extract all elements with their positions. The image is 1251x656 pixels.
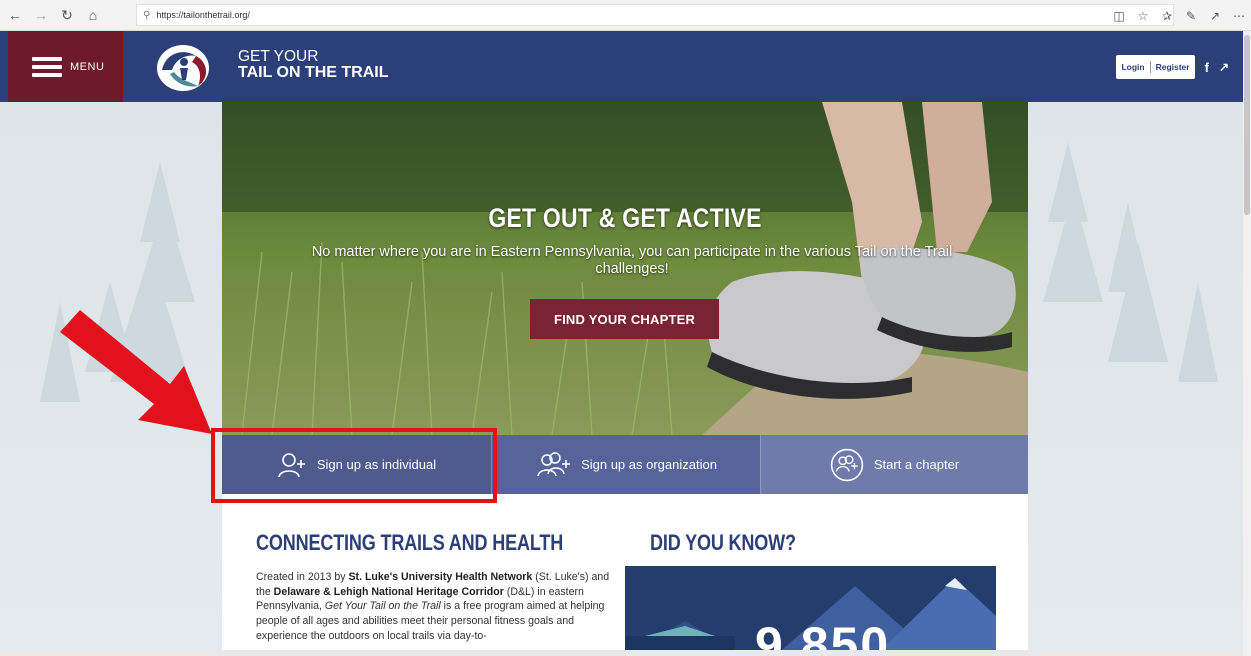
hero-subtitle: No matter where you are in Eastern Penns… [311,244,953,277]
start-chapter-button[interactable]: Start a chapter [760,435,1028,494]
background-forest-right [1028,102,1243,656]
share-icon-header[interactable]: ↗ [1219,60,1229,74]
auth-divider [1149,61,1151,73]
logo-icon[interactable] [150,40,216,96]
address-bar[interactable]: ⚲ https://tailonthetrail.org/ [136,4,1174,26]
signup-organization-button[interactable]: Sign up as organization [491,435,760,494]
more-icon[interactable]: ⋯ [1227,9,1251,23]
connecting-trails-title: CONNECTING TRAILS AND HEALTH [256,530,564,555]
content-section: CONNECTING TRAILS AND HEALTH DID YOU KNO… [222,494,1028,656]
did-you-know-card: 9,850 [625,566,996,656]
highlight-box [211,428,497,503]
hamburger-icon [32,53,62,81]
intro-program-name: Get Your Tail on the Trail [324,600,441,613]
share-icon[interactable]: ↗ [1203,9,1227,23]
intro-paragraph: Created in 2013 by St. Luke's University… [256,570,626,644]
chapter-group-icon [830,448,864,481]
pen-icon[interactable]: ✎ [1179,9,1203,23]
refresh-icon[interactable]: ↻ [56,4,78,26]
browser-toolbar: ← → ↻ ⌂ ⚲ https://tailonthetrail.org/ ◫ … [0,0,1251,31]
url-text: https://tailonthetrail.org/ [156,10,250,20]
intro-text-1: Created in 2013 by [256,571,349,583]
did-you-know-title: DID YOU KNOW? [650,530,796,555]
start-chapter-label: Start a chapter [873,457,960,472]
menu-button[interactable]: MENU [8,31,123,102]
back-icon[interactable]: ← [4,4,26,26]
forward-icon[interactable]: → [30,4,52,26]
brand-line-2: TAIL ON THE TRAIL [238,64,389,81]
find-chapter-button[interactable]: FIND YOUR CHAPTER [530,299,719,339]
home-icon[interactable]: ⌂ [82,4,104,26]
vertical-scrollbar[interactable] [1243,31,1251,656]
intro-org-1: St. Luke's University Health Network [348,571,533,583]
hero-title: GET OUT & GET ACTIVE [488,203,762,233]
facebook-icon[interactable]: f [1205,60,1209,75]
hero-banner: GET OUT & GET ACTIVE No matter where you… [222,102,1028,435]
add-group-icon [537,451,571,476]
brand-title[interactable]: GET YOUR TAIL ON THE TRAIL [238,49,389,81]
login-link[interactable]: Login [1121,62,1144,72]
menu-label: MENU [70,60,105,73]
favorite-star-icon[interactable]: ☆ [1131,9,1155,23]
signup-organization-label: Sign up as organization [581,457,717,472]
favorites-list-icon[interactable]: ✰ [1155,9,1179,23]
lock-icon: ⚲ [143,9,151,21]
red-arrow-icon [60,310,212,434]
site-header: MENU GET YOUR TAIL ON THE TRAIL Login Re… [0,31,1243,102]
horizontal-scrollbar[interactable] [0,650,1243,656]
auth-box: Login Register [1116,55,1195,79]
register-link[interactable]: Register [1156,62,1190,72]
brand-line-1: GET YOUR [238,48,319,65]
reading-view-icon[interactable]: ◫ [1107,9,1131,23]
scroll-thumb[interactable] [1244,35,1250,215]
intro-org-2: Delaware & Lehigh National Heritage Corr… [273,585,504,598]
